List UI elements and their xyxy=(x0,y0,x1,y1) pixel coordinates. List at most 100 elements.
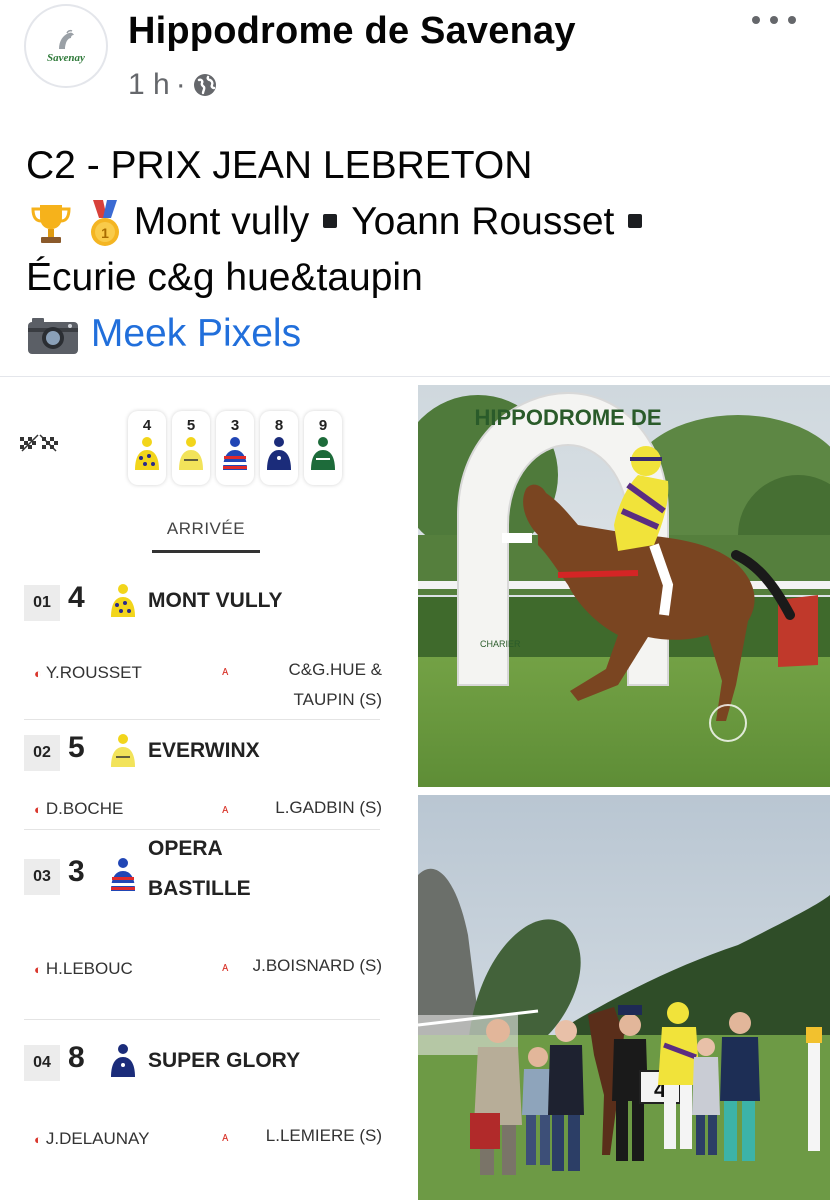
trophy-icon xyxy=(31,204,71,243)
runner-number: 8 xyxy=(68,1041,85,1074)
jockey-name: D.BOCHE xyxy=(45,799,124,818)
finisher-card: 5 xyxy=(172,411,210,485)
svg-text:1: 1 xyxy=(101,225,109,241)
runner-row: 02 5 EVERWINX ◐ D.BOCHE ᴀ L.GADBIN (S) xyxy=(24,731,382,831)
finisher-card: 3 xyxy=(216,411,254,485)
runner-name: SUPER GLORY xyxy=(148,1049,301,1072)
silk-yellow-icon xyxy=(111,734,135,767)
trainer-name: C&G.HUE & TAUPIN (S) xyxy=(288,660,382,709)
trainer-name: J.BOISNARD (S) xyxy=(252,956,382,975)
finisher-number: 4 xyxy=(142,417,152,434)
finisher-card: 8 xyxy=(260,411,298,485)
runner-jockey: ◐ Y.ROUSSET xyxy=(34,663,142,683)
jockey-helmet-icon: ◐ xyxy=(34,801,42,817)
runner-row: 04 8 SUPER GLORY ◐ J.DELAUNAY ᴀ L.LEMIER… xyxy=(24,1041,382,1195)
group-photo-illustration: 4 xyxy=(418,795,830,1200)
logo-text: Savenay xyxy=(47,51,85,64)
jockey-name: H.LEBOUC xyxy=(45,959,133,978)
runner-name: OPERA BASTILLE xyxy=(148,837,251,900)
row-divider xyxy=(24,1019,380,1020)
jockey-helmet-icon: ◐ xyxy=(34,665,42,681)
gold-medal-icon: 1 xyxy=(90,199,119,246)
more-dot-icon xyxy=(752,16,760,24)
trainer-icon: ᴀ xyxy=(222,1129,229,1144)
runner-trainer: ᴀ C&G.HUE & TAUPIN (S) xyxy=(222,655,382,715)
meta-separator: · xyxy=(175,68,186,101)
winners-group-photo[interactable]: 4 xyxy=(418,795,830,1200)
horse-finish-illustration: HIPPODROME DE CHARIER xyxy=(418,385,830,787)
finisher-card: 4 xyxy=(128,411,166,485)
silk-blue-red-stripes-icon xyxy=(111,858,135,891)
page-name[interactable]: Hippodrome de Savenay xyxy=(128,10,576,53)
arch-text: HIPPODROME DE xyxy=(474,405,661,430)
trainer-icon: ᴀ xyxy=(222,959,229,974)
finisher-number: 3 xyxy=(230,417,240,434)
top-finishers: 4 5 3 8 9 xyxy=(128,411,342,485)
jockey-helmet-icon: ◐ xyxy=(34,1131,42,1147)
runner-jockey: ◐ D.BOCHE xyxy=(34,799,123,819)
camera-icon xyxy=(28,317,78,354)
trainer-name: L.LEMIERE (S) xyxy=(265,1126,382,1145)
runner-number: 5 xyxy=(68,731,85,764)
horse-finish-photo[interactable]: HIPPODROME DE CHARIER xyxy=(418,385,830,787)
jockey-name: Y.ROUSSET xyxy=(45,663,142,682)
silk-green-icon xyxy=(311,437,335,470)
silk-navy-icon xyxy=(267,437,291,470)
finisher-number: 8 xyxy=(274,417,284,434)
silk-yellow-icon xyxy=(179,437,203,470)
checkered-flag-icon xyxy=(20,434,58,452)
square-bullet-icon xyxy=(628,213,643,228)
jockey-name: J.DELAUNAY xyxy=(45,1129,150,1148)
runner-row: 01 4 MONT VULLY ◐ Y.ROUSSET ᴀ C&G.HUE & … xyxy=(24,581,382,721)
silk-blue-red-stripes-icon xyxy=(223,437,247,470)
finisher-card: 9 xyxy=(304,411,342,485)
runner-position: 03 xyxy=(24,859,60,895)
runner-number: 3 xyxy=(68,855,85,888)
runner-trainer: ᴀ J.BOISNARD (S) xyxy=(222,951,382,981)
silk-navy-icon xyxy=(111,1044,135,1077)
row-divider xyxy=(24,719,380,720)
runner-name: MONT VULLY xyxy=(148,589,283,612)
post-text: C2 - PRIX JEAN LEBRETON 1 Mont vully Yoan… xyxy=(26,138,816,362)
winner-jockey: Yoann Rousset xyxy=(351,200,615,243)
more-options-button[interactable] xyxy=(752,8,796,32)
sponsor-text: CHARIER xyxy=(480,639,521,649)
finisher-number: 5 xyxy=(186,417,196,434)
post-header: Savenay Hippodrome de Savenay 1 h · xyxy=(0,0,830,115)
post-line-owner: Écurie c&g hue&taupin xyxy=(26,256,423,299)
runner-position: 04 xyxy=(24,1045,60,1081)
post-line-winner: 1 Mont vully Yoann Rousset xyxy=(26,194,816,250)
runner-jockey: ◐ J.DELAUNAY xyxy=(34,1129,149,1149)
more-dot-icon xyxy=(788,16,796,24)
runner-number: 4 xyxy=(68,581,85,614)
jockey-helmet-icon: ◐ xyxy=(34,961,42,977)
horse-logo-icon xyxy=(59,29,74,49)
race-results-image[interactable]: 4 5 3 8 9 ARRIVÉE 01 4 MONT VULLY ◐ Y.RO… xyxy=(0,383,400,1200)
arrivee-tab[interactable]: ARRIVÉE xyxy=(152,519,260,539)
runner-jockey: ◐ H.LEBOUC xyxy=(34,959,133,979)
trainer-name: L.GADBIN (S) xyxy=(275,798,382,817)
page-avatar[interactable]: Savenay xyxy=(24,4,108,88)
post-meta: 1 h · xyxy=(128,68,218,102)
runner-name: EVERWINX xyxy=(148,739,260,762)
post-line-title: C2 - PRIX JEAN LEBRETON xyxy=(26,144,533,187)
silk-yellow-dots-icon xyxy=(135,437,159,470)
finisher-number: 9 xyxy=(318,417,328,434)
runner-row: 03 3 OPERA BASTILLE ◐ H.LEBOUC ᴀ J.BOISN… xyxy=(24,837,382,1025)
trainer-icon: ᴀ xyxy=(222,801,229,816)
winner-horse: Mont vully xyxy=(133,200,310,243)
runner-trainer: ᴀ L.GADBIN (S) xyxy=(222,793,382,823)
arrivee-underline xyxy=(152,550,260,553)
globe-icon xyxy=(193,74,216,96)
post-time[interactable]: 1 h xyxy=(128,68,170,102)
runner-position: 02 xyxy=(24,735,60,771)
trainer-icon: ᴀ xyxy=(222,663,229,678)
post-line-credit: Meek Pixels xyxy=(26,306,816,362)
runner-position: 01 xyxy=(24,585,60,621)
square-bullet-icon xyxy=(323,213,338,228)
runner-trainer: ᴀ L.LEMIERE (S) xyxy=(222,1121,382,1151)
post-images: 4 5 3 8 9 ARRIVÉE 01 4 MONT VULLY ◐ Y.RO… xyxy=(0,376,830,1200)
photographer-link[interactable]: Meek Pixels xyxy=(91,312,301,355)
silk-yellow-dots-icon xyxy=(111,584,135,617)
more-dot-icon xyxy=(770,16,778,24)
